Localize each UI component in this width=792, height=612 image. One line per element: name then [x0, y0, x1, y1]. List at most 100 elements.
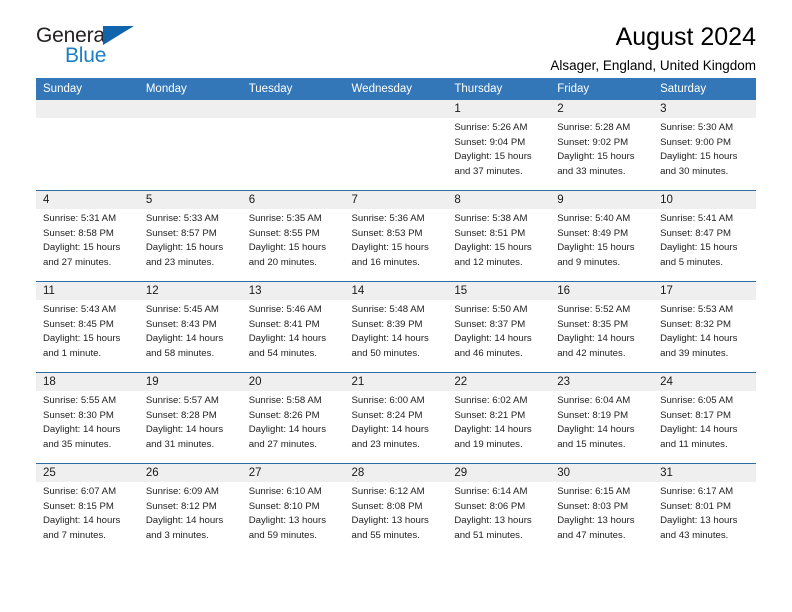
day-cell-inner: 22 Sunrise: 6:02 AM Sunset: 8:21 PM Dayligh…: [447, 373, 551, 463]
weekday-header-tuesday: Tuesday: [241, 78, 345, 100]
day-details: Sunrise: 5:45 AM Sunset: 8:43 PM Daylight:…: [139, 300, 242, 361]
day-details: Sunrise: 6:09 AM Sunset: 8:12 PM Daylight:…: [139, 482, 242, 543]
calendar-day-cell: 24 Sunrise: 6:05 AM Sunset: 8:17 PM Dayligh…: [653, 373, 756, 464]
day-details: Sunrise: 6:14 AM Sunset: 8:06 PM Daylight:…: [447, 482, 550, 543]
calendar-day-cell: 31 Sunrise: 6:17 AM Sunset: 8:01 PM Dayligh…: [653, 464, 756, 555]
day-details: Sunrise: 5:36 AM Sunset: 8:53 PM Daylight:…: [345, 209, 448, 270]
day-cell-inner: 18 Sunrise: 5:55 AM Sunset: 8:30 PM Dayligh…: [36, 373, 139, 463]
calendar-page: General Blue August 2024 Alsager, Englan…: [0, 0, 792, 612]
calendar-day-cell: 9 Sunrise: 5:40 AM Sunset: 8:49 PM Daylight…: [550, 191, 654, 282]
sunrise-text: Sunrise: 5:41 AM: [660, 213, 734, 224]
sunrise-text: Sunrise: 5:26 AM: [454, 122, 528, 133]
day-details: Sunrise: 5:57 AM Sunset: 8:28 PM Daylight:…: [139, 391, 242, 452]
weekday-header-saturday: Saturday: [653, 78, 756, 100]
day-number: 2: [550, 100, 654, 118]
day-details: Sunrise: 5:31 AM Sunset: 8:58 PM Daylight:…: [36, 209, 139, 270]
day-details: Sunrise: 5:28 AM Sunset: 9:02 PM Daylight:…: [550, 118, 653, 179]
sunrise-text: Sunrise: 5:55 AM: [43, 395, 117, 406]
sunset-text: Sunset: 8:10 PM: [248, 500, 320, 512]
day-cell-inner: 7 Sunrise: 5:36 AM Sunset: 8:53 PM Daylight…: [344, 191, 448, 281]
calendar-day-cell: 27 Sunrise: 6:10 AM Sunset: 8:10 PM Dayligh…: [241, 464, 345, 555]
day-cell-inner: 23 Sunrise: 6:04 AM Sunset: 8:19 PM Dayligh…: [550, 373, 654, 463]
sunset-text: Sunset: 8:24 PM: [351, 409, 423, 421]
sunset-text: Sunset: 8:49 PM: [557, 227, 629, 239]
day-cell-inner: 28 Sunrise: 6:12 AM Sunset: 8:08 PM Dayligh…: [344, 464, 448, 554]
day-number: 20: [241, 373, 345, 391]
sunrise-text: Sunrise: 6:10 AM: [248, 486, 322, 497]
day-cell-inner: 30 Sunrise: 6:15 AM Sunset: 8:03 PM Dayligh…: [550, 464, 654, 554]
day-number: 29: [447, 464, 551, 482]
day-cell-inner: 12 Sunrise: 5:45 AM Sunset: 8:43 PM Dayligh…: [138, 282, 242, 372]
daylight-text: Daylight: 15 hours and 1 minute.: [43, 333, 121, 359]
weekday-header-thursday: Thursday: [447, 78, 551, 100]
sunrise-text: Sunrise: 6:14 AM: [454, 486, 528, 497]
sunset-text: Sunset: 8:57 PM: [145, 227, 217, 239]
day-cell-inner: 15 Sunrise: 5:50 AM Sunset: 8:37 PM Dayligh…: [447, 282, 551, 372]
day-number: 31: [653, 464, 756, 482]
sunset-text: Sunset: 8:32 PM: [660, 318, 731, 330]
sunset-text: Sunset: 8:01 PM: [660, 500, 731, 512]
daylight-text: Daylight: 14 hours and 27 minutes.: [248, 424, 327, 450]
day-details: Sunrise: 6:17 AM Sunset: 8:01 PM Daylight:…: [653, 482, 756, 543]
day-cell-inner: 4 Sunrise: 5:31 AM Sunset: 8:58 PM Daylight…: [36, 191, 139, 281]
day-details: Sunrise: 5:38 AM Sunset: 8:51 PM Daylight:…: [447, 209, 550, 270]
sunset-text: Sunset: 8:41 PM: [248, 318, 320, 330]
day-details: Sunrise: 5:53 AM Sunset: 8:32 PM Daylight:…: [653, 300, 756, 361]
sunrise-text: Sunrise: 5:57 AM: [145, 395, 219, 406]
sunrise-sunset-calendar: Sunday Monday Tuesday Wednesday Thursday…: [36, 78, 756, 554]
day-details: Sunrise: 6:07 AM Sunset: 8:15 PM Daylight:…: [36, 482, 139, 543]
day-cell-inner: 14 Sunrise: 5:48 AM Sunset: 8:39 PM Dayligh…: [344, 282, 448, 372]
day-number: 24: [653, 373, 756, 391]
day-cell-inner: 16 Sunrise: 5:52 AM Sunset: 8:35 PM Dayligh…: [550, 282, 654, 372]
daylight-text: Daylight: 14 hours and 50 minutes.: [351, 333, 429, 359]
day-cell-inner: 9 Sunrise: 5:40 AM Sunset: 8:49 PM Daylight…: [550, 191, 654, 281]
sunrise-text: Sunrise: 5:46 AM: [248, 304, 322, 315]
calendar-day-cell: 3 Sunrise: 5:30 AM Sunset: 9:00 PM Daylight…: [653, 100, 756, 191]
calendar-day-cell: 15 Sunrise: 5:50 AM Sunset: 8:37 PM Dayligh…: [447, 282, 551, 373]
day-cell-inner: 17 Sunrise: 5:53 AM Sunset: 8:32 PM Dayligh…: [653, 282, 756, 372]
day-number: 5: [138, 191, 242, 209]
sunrise-text: Sunrise: 6:00 AM: [351, 395, 425, 406]
calendar-day-cell: 22 Sunrise: 6:02 AM Sunset: 8:21 PM Dayligh…: [447, 373, 551, 464]
general-blue-logo[interactable]: General Blue: [36, 22, 161, 74]
daylight-text: Daylight: 15 hours and 30 minutes.: [660, 151, 738, 177]
calendar-day-cell: 6 Sunrise: 5:35 AM Sunset: 8:55 PM Daylight…: [241, 191, 345, 282]
sunset-text: Sunset: 8:17 PM: [660, 409, 731, 421]
day-cell-inner: 26 Sunrise: 6:09 AM Sunset: 8:12 PM Dayligh…: [138, 464, 242, 554]
day-details: Sunrise: 5:52 AM Sunset: 8:35 PM Daylight:…: [550, 300, 653, 361]
day-number: 8: [447, 191, 551, 209]
calendar-day-cell: 12 Sunrise: 5:45 AM Sunset: 8:43 PM Dayligh…: [138, 282, 242, 373]
day-number: 17: [653, 282, 756, 300]
calendar-day-cell: 18 Sunrise: 5:55 AM Sunset: 8:30 PM Dayligh…: [36, 373, 139, 464]
calendar-day-cell: 26 Sunrise: 6:09 AM Sunset: 8:12 PM Dayligh…: [138, 464, 242, 555]
sunset-text: Sunset: 8:03 PM: [557, 500, 629, 512]
day-number: 27: [241, 464, 345, 482]
sunset-text: Sunset: 8:28 PM: [145, 409, 217, 421]
daylight-text: Daylight: 15 hours and 27 minutes.: [43, 242, 121, 268]
sunset-text: Sunset: 8:15 PM: [43, 500, 114, 512]
sunset-text: Sunset: 8:58 PM: [43, 227, 114, 239]
day-details: Sunrise: 6:10 AM Sunset: 8:10 PM Daylight:…: [242, 482, 345, 543]
sunrise-text: Sunrise: 6:07 AM: [43, 486, 117, 497]
daylight-text: Daylight: 15 hours and 12 minutes.: [454, 242, 532, 268]
sunset-text: Sunset: 8:43 PM: [145, 318, 217, 330]
daylight-text: Daylight: 14 hours and 15 minutes.: [557, 424, 635, 450]
daylight-text: Daylight: 13 hours and 59 minutes.: [248, 515, 327, 541]
calendar-cell-empty: [241, 100, 345, 191]
daylight-text: Daylight: 14 hours and 54 minutes.: [248, 333, 327, 359]
day-cell-inner: 10 Sunrise: 5:41 AM Sunset: 8:47 PM Dayligh…: [653, 191, 756, 281]
day-number: 19: [138, 373, 242, 391]
day-details: Sunrise: 5:40 AM Sunset: 8:49 PM Daylight:…: [550, 209, 653, 270]
sunrise-text: Sunrise: 6:05 AM: [660, 395, 734, 406]
day-number: 22: [447, 373, 551, 391]
calendar-day-cell: 1 Sunrise: 5:26 AM Sunset: 9:04 PM Daylight…: [447, 100, 551, 191]
day-number: 3: [653, 100, 756, 118]
title-block: August 2024 Alsager, England, United Kin…: [550, 22, 756, 76]
daylight-text: Daylight: 14 hours and 23 minutes.: [351, 424, 429, 450]
weekday-header-monday: Monday: [138, 78, 242, 100]
daylight-text: Daylight: 14 hours and 19 minutes.: [454, 424, 532, 450]
day-details: Sunrise: 5:48 AM Sunset: 8:39 PM Daylight:…: [345, 300, 448, 361]
sunrise-text: Sunrise: 5:38 AM: [454, 213, 528, 224]
calendar-day-cell: 10 Sunrise: 5:41 AM Sunset: 8:47 PM Dayligh…: [653, 191, 756, 282]
day-details: Sunrise: 5:41 AM Sunset: 8:47 PM Daylight:…: [653, 209, 756, 270]
